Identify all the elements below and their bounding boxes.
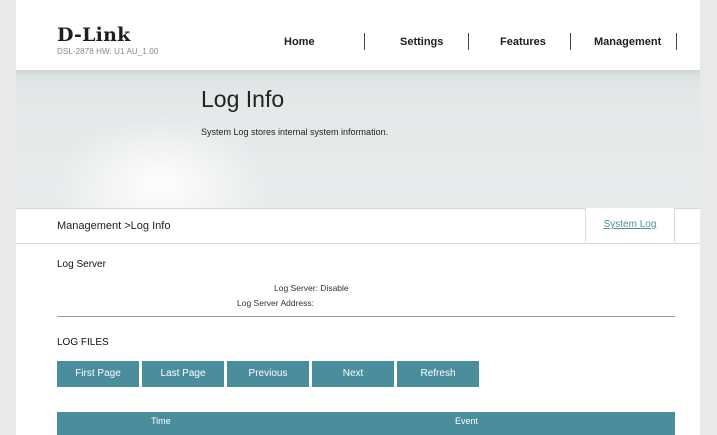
refresh-button[interactable]: Refresh xyxy=(397,361,479,387)
column-time: Time xyxy=(151,416,171,426)
tab-system-log[interactable]: System Log xyxy=(585,208,675,242)
page: D-Link DSL-2878 HW: U1 AU_1.00 Home Sett… xyxy=(16,0,700,435)
page-title: Log Info xyxy=(201,86,285,112)
page-banner: Log Info System Log stores internal syst… xyxy=(16,70,700,208)
first-page-button[interactable]: First Page xyxy=(57,361,139,387)
log-server-heading: Log Server xyxy=(57,259,106,270)
log-server-status: Log Server: Disable xyxy=(274,283,349,293)
log-server-address: Log Server Address: xyxy=(237,298,315,308)
dlink-logo[interactable]: D-Link xyxy=(57,24,130,46)
breadcrumb-bar: Management >Log Info System Log xyxy=(16,208,700,244)
section-divider xyxy=(57,316,675,317)
header: D-Link DSL-2878 HW: U1 AU_1.00 Home Sett… xyxy=(16,0,700,70)
nav-home[interactable]: Home xyxy=(284,36,315,48)
nav-separator xyxy=(676,33,677,50)
nav-separator xyxy=(570,33,571,50)
log-table-header: Time Event xyxy=(57,412,675,435)
nav-separator xyxy=(468,33,469,50)
log-files-heading: LOG FILES xyxy=(57,337,109,348)
previous-button[interactable]: Previous xyxy=(227,361,309,387)
nav-features[interactable]: Features xyxy=(500,36,546,48)
page-description: System Log stores internal system inform… xyxy=(201,127,389,137)
nav-settings[interactable]: Settings xyxy=(400,36,443,48)
breadcrumb: Management >Log Info xyxy=(57,220,171,232)
column-event: Event xyxy=(455,416,479,426)
nav-separator xyxy=(364,33,365,50)
nav-management[interactable]: Management xyxy=(594,36,661,48)
system-log-link[interactable]: System Log xyxy=(586,219,674,230)
model-info: DSL-2878 HW: U1 AU_1.00 xyxy=(57,47,159,56)
next-button[interactable]: Next xyxy=(312,361,394,387)
last-page-button[interactable]: Last Page xyxy=(142,361,224,387)
